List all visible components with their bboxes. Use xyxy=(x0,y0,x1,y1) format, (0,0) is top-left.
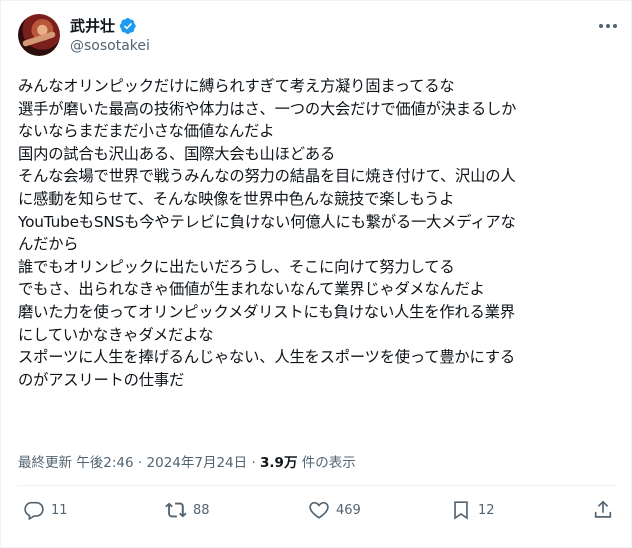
avatar[interactable] xyxy=(18,14,60,56)
author-display-name[interactable]: 武井壮 xyxy=(70,15,115,36)
tweet-date[interactable]: 2024年7月24日 xyxy=(147,455,248,471)
divider xyxy=(18,485,616,486)
reply-count: 11 xyxy=(51,502,68,518)
tweet-line: YouTubeもSNSも今やテレビに負けない何億人にも繋がる一大メディアな xyxy=(18,212,516,231)
tweet-line: に感動を知らせて、そんな映像を世界中色んな競技で楽しもうよ xyxy=(18,189,455,208)
tweet-line: スポーツに人生を捧げるんじゃない、人生をスポーツを使って豊かにする xyxy=(18,348,515,367)
repost-button[interactable]: 88 xyxy=(165,499,210,521)
like-icon xyxy=(309,501,329,519)
repost-icon xyxy=(165,502,187,518)
bookmark-count: 12 xyxy=(478,502,495,518)
action-bar: 11 88 469 12 xyxy=(1,499,632,529)
bookmark-button[interactable]: 12 xyxy=(450,499,495,521)
verified-badge-icon xyxy=(119,17,136,34)
like-count: 469 xyxy=(336,502,361,518)
tweet-card: 武井壮 @sosotakei みんなオリンピックだけに縛られすぎて考え方凝り固ま… xyxy=(0,0,632,548)
tweet-line: んだから xyxy=(18,235,79,254)
like-button[interactable]: 469 xyxy=(308,499,361,521)
views-label: 件の表示 xyxy=(301,455,356,471)
tweet-line: のがアスリートの仕事だ xyxy=(18,370,185,389)
tweet-time[interactable]: 午後2:46 xyxy=(76,455,133,471)
updated-label: 最終更新 xyxy=(18,455,72,471)
tweet-meta: 最終更新 午後2:46 · 2024年7月24日 · 3.9万 件の表示 xyxy=(18,451,356,471)
author-handle[interactable]: @sosotakei xyxy=(70,38,150,54)
reply-button[interactable]: 11 xyxy=(23,499,68,521)
tweet-text: みんなオリンピックだけに縛られすぎて考え方凝り固まってるな 選手が磨いた最高の技… xyxy=(18,75,618,391)
more-icon[interactable] xyxy=(597,19,619,33)
meta-separator: · xyxy=(251,455,256,471)
repost-count: 88 xyxy=(193,502,210,518)
meta-separator: · xyxy=(137,455,143,471)
tweet-line: 国内の試合も沢山ある、国際大会も山ほどある xyxy=(18,144,336,163)
tweet-line: 誰でもオリンピックに出たいだろうし、そこに向けて努力してる xyxy=(18,257,455,276)
tweet-line: そんな会場で世界で戦うみんなの努力の結晶を目に焼き付けて、沢山の人 xyxy=(18,167,516,186)
share-icon xyxy=(594,500,612,518)
views-count: 3.9万 xyxy=(260,455,298,471)
author-name-row: 武井壮 xyxy=(70,15,137,36)
share-button[interactable] xyxy=(592,499,614,521)
tweet-line: みんなオリンピックだけに縛られすぎて考え方凝り固まってるな xyxy=(18,77,455,95)
tweet-line: ないならまだまだ小さな価値なんだよ xyxy=(18,122,275,141)
tweet-line: 磨いた力を使ってオリンピックメダリストにも負けない人生を作れる業界 xyxy=(18,302,515,321)
reply-icon xyxy=(24,501,44,521)
tweet-line: 選手が磨いた最高の技術や体力はさ、一つの大会だけで価値が決まるしか xyxy=(18,99,517,118)
tweet-line: でもさ、出られなきゃ価値が生まれないなんて業界じゃダメなんだよ xyxy=(18,280,485,299)
bookmark-icon xyxy=(454,501,468,520)
tweet-line: にしていかなきゃダメだよな xyxy=(18,325,214,344)
